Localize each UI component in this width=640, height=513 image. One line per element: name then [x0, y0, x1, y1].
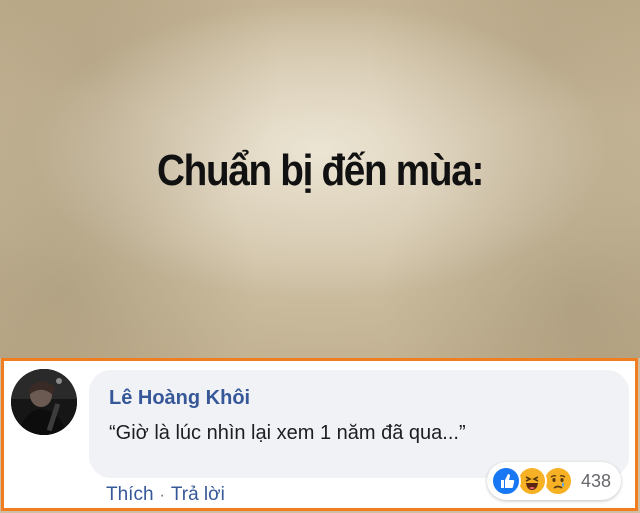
comment-bubble: Lê Hoàng Khôi “Giờ là lúc nhìn lại xem 1…	[89, 370, 629, 500]
reply-link[interactable]: Trả lời	[171, 484, 225, 505]
comment-highlight-frame: Lê Hoàng Khôi “Giờ là lúc nhìn lại xem 1…	[1, 358, 638, 511]
avatar[interactable]	[11, 369, 77, 435]
comment-text: “Giờ là lúc nhìn lại xem 1 năm đã qua...…	[109, 422, 466, 444]
comment-author[interactable]: Lê Hoàng Khôi	[109, 387, 250, 410]
sad-icon	[543, 466, 573, 496]
like-link[interactable]: Thích	[106, 484, 154, 505]
comment-actions: Thích · Trả lời	[106, 484, 225, 506]
avatar-photo	[11, 369, 77, 435]
haha-icon	[517, 466, 547, 496]
action-separator: ·	[159, 487, 165, 504]
reactions-summary[interactable]: 438	[487, 462, 621, 500]
like-icon	[491, 466, 521, 496]
meme-title: Chuẩn bị đến mùa:	[156, 146, 484, 195]
reaction-count: 438	[581, 471, 612, 491]
